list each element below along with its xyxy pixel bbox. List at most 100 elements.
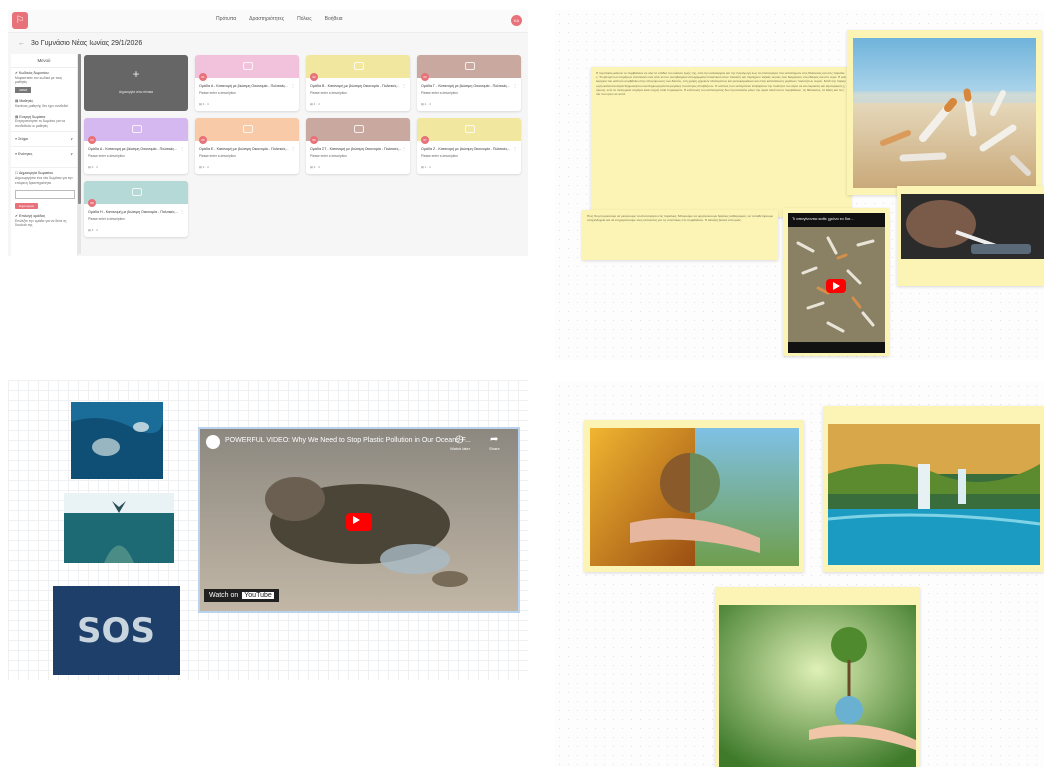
board-card[interactable]: 07 Ομάδα Ζ - Κατανομή με βιώσιμη Οικονομί…: [417, 118, 521, 174]
group-select-section: ✔ Επιλογή ομάδας Επιλέξτε την ομάδα για …: [11, 211, 77, 231]
text-note[interactable]: Η ταμπακιά μολύνει το περιβάλλον σε όλα …: [591, 67, 851, 217]
card-number-badge: 06: [310, 136, 318, 144]
app-logo-icon[interactable]: ⚐: [12, 12, 28, 29]
card-title: Ομάδα ΣΤ - Κατανομή με βιώσιμη Οικονομία…: [310, 147, 402, 151]
board-card[interactable]: 06 Ομάδα ΣΤ - Κατανομή με βιώσιμη Οικονομ…: [306, 118, 410, 174]
card-number-badge: 07: [421, 136, 429, 144]
active-rooms-text: Ενεργοποιήστε το δωμάτιο για να συνδεθού…: [15, 119, 66, 128]
video-note[interactable]: Τι απογίνονται καθε χρόνο τα δισ...: [783, 208, 889, 356]
seedling-globe-image: [719, 605, 916, 767]
card-description: Please enter a description: [199, 154, 236, 158]
board-icon: [354, 125, 364, 133]
sidebar: Μενού ✔ Κωδικός δωματίου Μοιραστείτε τον…: [11, 54, 78, 256]
card-color-band: [306, 118, 410, 141]
watch-on-youtube[interactable]: Watch on YouTube: [204, 589, 279, 602]
nav-item-activities[interactable]: Δραστηριότητες: [249, 16, 284, 22]
main-nav: Πρότυπα Δραστηριότητες Πόλεις Βοήθεια: [216, 16, 343, 22]
share-icon[interactable]: ➦: [490, 434, 498, 445]
card-color-band: [306, 55, 410, 78]
image-note[interactable]: [897, 186, 1044, 286]
board-icon: [243, 125, 253, 133]
sidebar-scrollbar[interactable]: [78, 54, 81, 254]
card-description: Please enter a description: [310, 91, 347, 95]
video-player[interactable]: Τι απογίνονται καθε χρόνο τα δισ...: [788, 213, 885, 353]
more-options-icon[interactable]: ⋮: [291, 146, 295, 151]
page-header: ← 3ο Γυμνάσιο Νέας Ιωνίας 29/1/2026: [18, 40, 142, 47]
card-footer: ▤ 3 · 4: [88, 228, 98, 232]
card-footer: ▤ 4 · 4: [310, 102, 320, 106]
nav-item-templates[interactable]: Πρότυπα: [216, 16, 236, 22]
more-options-icon[interactable]: ⋮: [402, 83, 406, 88]
card-number-badge: 02: [310, 73, 318, 81]
page-title: 3ο Γυμνάσιο Νέας Ιωνίας 29/1/2026: [31, 40, 143, 47]
card-title: Ομάδα Ε - Κατανομή με βιώσιμη Οικονομία …: [199, 147, 289, 151]
more-options-icon[interactable]: ⋮: [291, 83, 295, 88]
add-board-card[interactable]: + Δημιουργία νέου πίνακα: [84, 55, 188, 111]
board-card[interactable]: 01 Ομάδα Α - Κατανομή με βιώσιμη Οικονομί…: [195, 55, 299, 111]
card-title: Ομάδα Η - Κατανομή με βιώσιμη Οικονομία …: [88, 210, 178, 214]
board-icon: [354, 62, 364, 70]
more-options-icon[interactable]: ⋮: [180, 146, 184, 151]
channel-avatar[interactable]: [206, 435, 220, 449]
clock-icon[interactable]: ◷: [455, 434, 464, 445]
board-card[interactable]: 05 Ομάδα Ε - Κατανομή με βιώσιμη Οικονομί…: [195, 118, 299, 174]
board-card[interactable]: 02 Ομάδα Β - Κατανομή με βιώσιμη Οικονομί…: [306, 55, 410, 111]
youtube-label: YouTube: [242, 592, 274, 599]
card-color-band: [195, 118, 299, 141]
more-options-icon[interactable]: ⋮: [513, 83, 517, 88]
create-room-text: Δημιουργήστε ένα νέο δωμάτιο για την επό…: [15, 175, 73, 185]
user-avatar[interactable]: ΚΑ: [511, 15, 522, 26]
waterfall-image: [828, 424, 1040, 565]
group-select-text: Επιλέξτε την ομάδα για να δείτε τη δουλε…: [15, 218, 67, 228]
nav-item-cities[interactable]: Πόλεις: [297, 16, 312, 22]
video-title: POWERFUL VIDEO: Why We Need to Stop Plas…: [225, 437, 471, 444]
back-arrow-icon[interactable]: ←: [18, 40, 25, 47]
more-options-icon[interactable]: ⋮: [180, 209, 184, 214]
card-color-band: [417, 118, 521, 141]
card-description: Please enter a description: [310, 154, 347, 158]
youtube-video-player[interactable]: POWERFUL VIDEO: Why We Need to Stop Plas…: [198, 427, 520, 613]
play-button-icon[interactable]: [346, 513, 372, 531]
whale-plastic-image[interactable]: [64, 493, 174, 563]
ocean-plastic-image[interactable]: [71, 402, 163, 479]
create-room-button[interactable]: Δημιουργία: [15, 203, 38, 210]
more-options-icon[interactable]: ⋮: [513, 146, 517, 151]
board-plastic: SOS POWERFUL VIDEO: Why We Need to Stop …: [8, 380, 528, 680]
nav-item-help[interactable]: Βοήθεια: [325, 16, 343, 22]
scrollbar-thumb[interactable]: [78, 54, 81, 204]
board-card[interactable]: 08 Ομάδα Η - Κατανομή με βιώσιμη Οικονομί…: [84, 181, 188, 237]
image-note[interactable]: [847, 30, 1042, 195]
sos-ocean-image[interactable]: SOS: [53, 586, 180, 675]
share-label: Share: [489, 446, 500, 451]
card-color-band: [195, 55, 299, 78]
note-text: Η ταμπακιά μολύνει το περιβάλλον σε όλα …: [596, 71, 846, 97]
card-description: Please enter a description: [199, 91, 236, 95]
card-number-badge: 03: [421, 73, 429, 81]
watch-on-label: Watch on: [209, 592, 239, 599]
board-icon: [465, 62, 475, 70]
card-title: Ομάδα Β - Κατανομή με βιώσιμη Οικονομία …: [310, 84, 400, 88]
text-note[interactable]: Πώς θα μπορούσαμε να μειώσουμε τα αποτσί…: [582, 210, 778, 260]
card-title: Ομάδα Γ - Κατανομή με βιώσιμη Οικονομία …: [421, 84, 511, 88]
room-code-chip[interactable]: ARN8: [15, 86, 32, 94]
card-footer: ▤ 4 · 4: [88, 165, 98, 169]
room-code-help: Μοιραστείτε τον κωδικό με τους μαθητές: [15, 75, 63, 85]
card-color-band: [84, 118, 188, 141]
image-note[interactable]: [823, 406, 1044, 572]
card-color-band: [417, 55, 521, 78]
units-accordion[interactable]: ≡ Ενότητες ∨: [11, 146, 77, 161]
room-name-input[interactable]: [15, 190, 75, 200]
goals-accordion[interactable]: ≡ Στόχοι ∨: [11, 131, 77, 146]
top-bar: ⚐ Πρότυπα Δραστηριότητες Πόλεις Βοήθεια …: [8, 10, 528, 33]
board-icon: [132, 125, 142, 133]
note-text: Πώς θα μπορούσαμε να μειώσουμε τα αποτσί…: [587, 214, 773, 223]
more-options-icon[interactable]: ⋮: [402, 146, 406, 151]
board-smoking: Η ταμπακιά μολύνει το περιβάλλον σε όλα …: [555, 10, 1044, 360]
image-note[interactable]: [584, 420, 804, 572]
board-card[interactable]: 04 Ομάδα Δ - Κατανομή με βιώσιμη Οικονομί…: [84, 118, 188, 174]
image-note[interactable]: [715, 587, 920, 767]
card-title: Ομάδα Δ - Κατανομή με βιώσιμη Οικονομία …: [88, 147, 178, 151]
play-button-icon[interactable]: [826, 279, 846, 293]
board-card[interactable]: 03 Ομάδα Γ - Κατανομή με βιώσιμη Οικονομί…: [417, 55, 521, 111]
plus-icon: +: [132, 67, 140, 81]
